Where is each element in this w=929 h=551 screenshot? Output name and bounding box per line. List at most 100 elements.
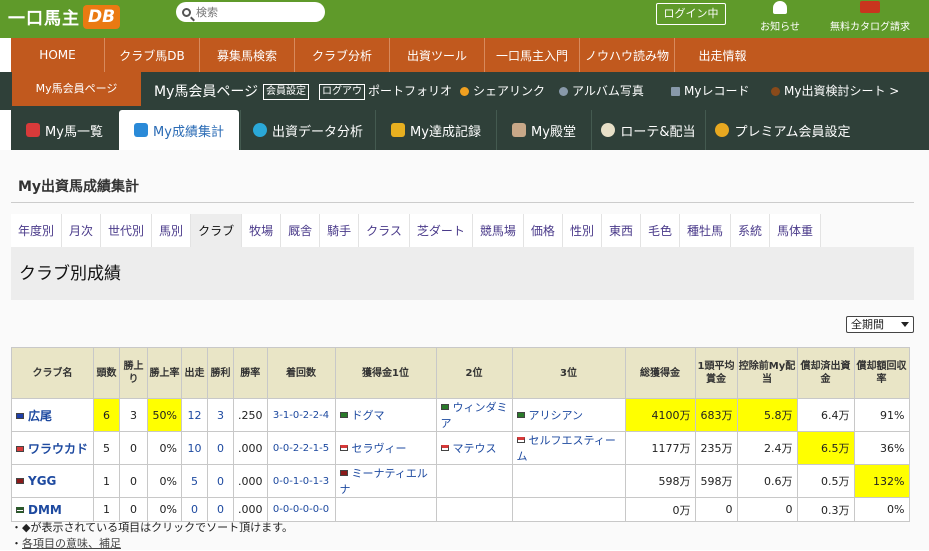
site-logo[interactable]: 一口馬主 DB	[8, 4, 121, 29]
placings-cell[interactable]: 0-0-1-0-1-3	[266, 464, 336, 498]
starts-cell[interactable]: 5	[181, 464, 208, 498]
notice-link[interactable]: お知らせ	[757, 0, 803, 33]
search-input[interactable]	[196, 5, 316, 19]
col-win-up[interactable]: 勝上り	[119, 347, 148, 399]
glossary-link[interactable]: 各項目の意味、補足	[22, 537, 121, 550]
top1-cell[interactable]: ドグマ	[334, 398, 437, 432]
sub-tab-jockey[interactable]: 騎手	[320, 214, 360, 247]
wins-cell[interactable]: 0	[207, 464, 234, 498]
wins-cell[interactable]: 0	[207, 497, 234, 522]
horse-name: ミーナティエルナ	[339, 467, 428, 496]
main-nav-horse-search[interactable]: 募集馬検索	[200, 38, 295, 72]
avg-cell: 683万	[694, 398, 738, 432]
sub-tab-class[interactable]: クラス	[359, 214, 410, 247]
tab-my-horses[interactable]: My馬一覧	[11, 110, 118, 150]
club-cell[interactable]: ワラウカド	[11, 431, 94, 465]
col-total[interactable]: 総獲得金	[624, 347, 696, 399]
bar-chart-icon	[134, 123, 149, 137]
placings-cell[interactable]: 0-0-0-0-0-0	[266, 497, 336, 522]
member-settings-button[interactable]: 会員設定	[263, 84, 309, 100]
starts-cell[interactable]: 0	[181, 497, 208, 522]
placings-cell[interactable]: 0-0-2-2-1-5	[266, 431, 336, 465]
main-nav-invest-tools[interactable]: 出資ツール	[390, 38, 485, 72]
album-label: アルバム写真	[572, 84, 644, 98]
sub-tab-month[interactable]: 月次	[62, 214, 102, 247]
starts-cell[interactable]: 10	[181, 431, 208, 465]
sub-tab-club[interactable]: クラブ	[191, 214, 243, 247]
tab-achievements[interactable]: My達成記録	[375, 110, 496, 150]
sub-tab-lineage[interactable]: 系統	[731, 214, 771, 247]
login-status-button[interactable]: ログイン中	[656, 3, 726, 25]
sub-tab-turf-dirt[interactable]: 芝ダート	[409, 214, 473, 247]
col-invested[interactable]: 償却済出資金	[796, 347, 855, 399]
catalog-link[interactable]: 無料カタログ請求	[828, 0, 912, 33]
top3-cell[interactable]: アリシアン	[511, 398, 626, 432]
main-nav-intro[interactable]: 一口馬主入門	[485, 38, 580, 72]
sub-tab-east-west[interactable]: 東西	[601, 214, 641, 247]
col-club[interactable]: クラブ名	[11, 347, 94, 399]
tab-invest-analysis[interactable]: 出資データ分析	[240, 110, 375, 150]
col-avg[interactable]: 1頭平均賞金	[694, 347, 738, 399]
wins-cell[interactable]: 0	[207, 431, 234, 465]
album-link[interactable]: アルバム写真	[559, 82, 644, 99]
club-name: ワラウカド	[28, 441, 89, 456]
sub-tab-stable[interactable]: 厩舎	[281, 214, 321, 247]
recovery-cell: 0%	[853, 497, 910, 522]
horse-name: ドグマ	[351, 409, 385, 422]
starts-cell[interactable]: 12	[181, 398, 208, 432]
sub-tab-coat-color[interactable]: 毛色	[640, 214, 680, 247]
main-nav-home[interactable]: HOME	[11, 38, 105, 72]
col-recovery[interactable]: 償却額回収率	[853, 347, 910, 399]
sub-tab-horse[interactable]: 馬別	[152, 214, 192, 247]
sub-tab-generation[interactable]: 世代別	[101, 214, 153, 247]
period-select[interactable]: 全期間	[846, 316, 914, 333]
invest-sheet-link[interactable]: My出資検討シート >	[771, 82, 899, 99]
total-cell: 0万	[624, 497, 696, 522]
col-win-up-rate[interactable]: 勝上率	[147, 347, 182, 399]
win-up-cell: 3	[119, 398, 148, 432]
col-win-rate[interactable]: 勝率	[233, 347, 268, 399]
club-cell[interactable]: YGG	[11, 464, 94, 498]
tab-premium-settings[interactable]: プレミアム会員設定	[705, 110, 860, 150]
main-nav-race-info[interactable]: 出走情報	[675, 38, 770, 72]
win-up-cell: 0	[119, 497, 148, 522]
top2-cell[interactable]: ウィンダミア	[435, 398, 513, 432]
period-select-value: 全期間	[851, 318, 884, 331]
col-wins[interactable]: 勝利	[207, 347, 234, 399]
sub-tab-racecourse[interactable]: 競馬場	[472, 214, 524, 247]
my-member-page-button[interactable]: My馬会員ページ	[12, 72, 141, 106]
sub-tab-year[interactable]: 年度別	[11, 214, 63, 247]
records-label: Myレコード	[684, 84, 750, 98]
sub-tab-sire[interactable]: 種牡馬	[679, 214, 731, 247]
share-link[interactable]: シェアリンク	[460, 82, 545, 99]
col-heads[interactable]: 頭数	[93, 347, 120, 399]
portfolio-link[interactable]: ポートフォリオ	[368, 82, 452, 99]
sub-tab-sex[interactable]: 性別	[562, 214, 602, 247]
club-cell[interactable]: 広尾	[11, 398, 94, 432]
chevron-down-icon	[901, 322, 909, 327]
placings-cell[interactable]: 3-1-0-2-2-4	[266, 398, 336, 432]
club-cell[interactable]: DMM	[11, 497, 94, 522]
premium-coin-icon	[715, 123, 730, 137]
sub-tab-price[interactable]: 価格	[523, 214, 563, 247]
sub-tab-farm[interactable]: 牧場	[242, 214, 282, 247]
top1-cell[interactable]: ミーナティエルナ	[334, 464, 437, 498]
sub-tab-weight[interactable]: 馬体重	[770, 214, 822, 247]
main-nav-club-analysis[interactable]: クラブ分析	[295, 38, 390, 72]
main-nav: HOME クラブ馬DB 募集馬検索 クラブ分析 出資ツール 一口馬主入門 ノウハ…	[11, 38, 929, 72]
top3-cell[interactable]: セルフエスティーム	[511, 431, 626, 465]
main-nav-knowhow[interactable]: ノウハウ読み物	[580, 38, 675, 72]
search-icon	[182, 7, 191, 17]
tab-rotation-dividend[interactable]: ローテ&配当	[591, 110, 705, 150]
top1-cell[interactable]: セラヴィー	[334, 431, 437, 465]
top2-cell[interactable]: マテウス	[435, 431, 513, 465]
wins-cell[interactable]: 3	[207, 398, 234, 432]
records-link[interactable]: Myレコード	[671, 82, 749, 99]
tab-hall-of-fame[interactable]: My殿堂	[496, 110, 591, 150]
main-nav-club-db[interactable]: クラブ馬DB	[105, 38, 200, 72]
col-starts[interactable]: 出走	[181, 347, 208, 399]
col-dividend[interactable]: 控除前My配当	[736, 347, 798, 399]
col-top2: 2位	[435, 347, 513, 399]
tab-my-results[interactable]: My成績集計	[119, 110, 239, 150]
logout-button[interactable]: ログアウト	[319, 84, 365, 100]
